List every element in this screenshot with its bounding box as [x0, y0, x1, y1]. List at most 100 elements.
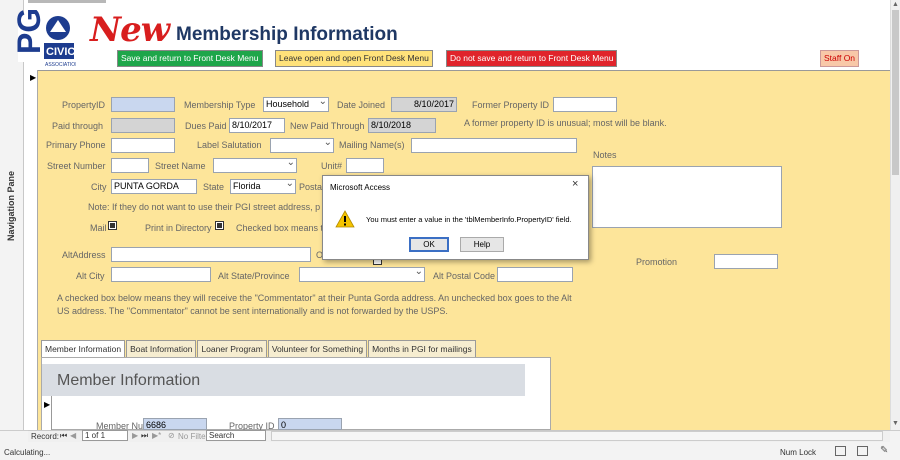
property-id-field[interactable] [111, 97, 175, 112]
record-label: Record: [31, 432, 60, 441]
street-number-field[interactable] [111, 158, 149, 173]
svg-text:CIVIC: CIVIC [46, 46, 75, 58]
date-joined-label: Date Joined [337, 100, 386, 110]
vertical-scrollbar[interactable]: ▲ ▼ [890, 0, 900, 430]
notes-label: Notes [593, 150, 617, 160]
tab-boat-information[interactable]: Boat Information [126, 340, 197, 357]
new-record-icon[interactable]: ▶* [152, 431, 161, 440]
tab-member-information[interactable]: Member Information [41, 340, 126, 357]
city-label: City [91, 182, 107, 192]
alt-address-label: AltAddress [62, 250, 106, 260]
former-property-field[interactable] [553, 97, 617, 112]
paid-through-field[interactable] [111, 118, 175, 133]
svg-text:PGI: PGI [16, 10, 47, 54]
record-selector[interactable] [28, 70, 38, 430]
street-number-label: Street Number [47, 161, 106, 171]
num-lock-indicator: Num Lock [780, 448, 817, 457]
scroll-down-icon[interactable]: ▼ [892, 420, 899, 427]
promotion-label: Promotion [636, 257, 678, 267]
horizontal-scrollbar[interactable] [271, 431, 883, 441]
postal-label: Postal [299, 182, 325, 192]
mail-checkbox[interactable] [108, 221, 117, 230]
street-name-combo[interactable] [213, 158, 297, 173]
dialog-title: Microsoft Access [330, 183, 391, 192]
label-salutation-combo[interactable] [270, 138, 334, 153]
last-record-icon[interactable]: ⏭ [141, 431, 148, 441]
next-record-icon[interactable]: ▶ [132, 431, 138, 440]
datasheet-view-icon[interactable] [857, 446, 868, 456]
form-view-icon[interactable] [835, 446, 846, 456]
subform-title: Member Information [57, 372, 201, 389]
primary-phone-field[interactable] [111, 138, 175, 153]
alt-city-field[interactable] [111, 267, 211, 282]
first-record-icon[interactable]: ⏮ [60, 431, 67, 441]
warning-icon [335, 210, 355, 228]
page-title: Membership Information [176, 24, 398, 45]
record-pointer-icon: ▶ [30, 73, 37, 82]
dialog-ok-button[interactable]: OK [409, 237, 449, 252]
alt-state-label: Alt State/Province [218, 271, 290, 281]
scroll-thumb[interactable] [892, 10, 899, 175]
print-directory-label: Print in Directory [145, 223, 212, 233]
dialog-body: You must enter a value in the 'tblMember… [323, 196, 588, 259]
alt-state-combo[interactable] [299, 267, 425, 282]
state-combo[interactable]: Florida [230, 179, 296, 194]
date-joined-field[interactable]: 8/10/2017 [391, 97, 457, 112]
pgi-logo: PGI CIVIC ASSOCIATION [11, 0, 79, 68]
save-return-button[interactable]: Save and return to Front Desk Menu [117, 50, 263, 67]
leave-open-button[interactable]: Leave open and open Front Desk Menu [275, 50, 433, 67]
unit-label: Unit# [321, 161, 343, 171]
no-filter-indicator[interactable]: No Filter [178, 432, 208, 441]
record-navigation-bar: Record: ⏮ ◀ 1 of 1 ▶ ⏭ ▶* ⊘ No Filter Se… [28, 430, 890, 442]
svg-text:ASSOCIATION: ASSOCIATION [45, 62, 76, 68]
mailing-names-field[interactable] [411, 138, 577, 153]
staff-on-button[interactable]: Staff On [820, 50, 860, 67]
unit-field[interactable] [346, 158, 384, 173]
alt-city-label: Alt City [76, 271, 105, 281]
dialog-close-button[interactable]: × [572, 178, 578, 190]
notes-field[interactable] [592, 166, 782, 228]
tab-loaner-program[interactable]: Loaner Program [197, 340, 267, 357]
dues-paid-field[interactable]: 8/10/2017 [229, 118, 285, 133]
header-divider [28, 0, 106, 3]
new-paid-through-label: New Paid Through [290, 121, 365, 131]
dialog-help-button[interactable]: Help [460, 237, 504, 252]
former-property-note: A former property ID is unusual; most wi… [464, 118, 667, 128]
mailing-names-label: Mailing Name(s) [339, 140, 405, 150]
subform-property-id-field[interactable]: 0 [278, 418, 342, 430]
filter-icon: ⊘ [168, 431, 175, 440]
city-field[interactable]: PUNTA GORDA [111, 179, 197, 194]
subform-record-pointer-icon: ▶ [44, 400, 51, 409]
dues-paid-label: Dues Paid [185, 121, 227, 131]
scroll-up-icon[interactable]: ▲ [892, 1, 899, 8]
no-save-return-button[interactable]: Do not save and return to Front Desk Men… [446, 50, 618, 67]
navigation-pane-label[interactable]: Navigation Pane [6, 156, 18, 256]
design-view-icon[interactable]: ✎ [880, 445, 888, 456]
member-number-field[interactable]: 6686 [143, 418, 207, 430]
alt-postal-field[interactable] [497, 267, 573, 282]
tab-volunteer[interactable]: Volunteer for Something [267, 340, 368, 357]
dialog-message: You must enter a value in the 'tblMember… [366, 215, 572, 224]
membership-type-combo[interactable]: Household [263, 97, 329, 112]
tab-strip: Member Information Boat Information Loan… [41, 340, 477, 357]
membership-type-label: Membership Type [184, 100, 256, 110]
record-position-field[interactable]: 1 of 1 [82, 430, 128, 441]
print-directory-checkbox[interactable] [215, 221, 224, 230]
commentator-note: A checked box below means they will rece… [57, 293, 572, 316]
search-input[interactable]: Search [206, 430, 266, 441]
alt-address-field[interactable] [111, 247, 311, 262]
tab-months-in-pgi[interactable]: Months in PGI for mailings [368, 340, 476, 357]
previous-record-icon[interactable]: ◀ [70, 431, 76, 440]
mail-label: Mail [90, 223, 107, 233]
state-label: State [203, 182, 225, 192]
new-paid-through-field[interactable]: 8/10/2018 [368, 118, 436, 133]
status-text: Calculating... [4, 448, 51, 457]
street-name-label: Street Name [155, 161, 206, 171]
new-record-label: New [90, 10, 170, 50]
promotion-field[interactable] [714, 254, 778, 269]
label-salutation-label: Label Salutation [197, 140, 262, 150]
primary-phone-label: Primary Phone [46, 140, 106, 150]
checked-box-note: Checked box means t [236, 223, 324, 233]
message-dialog: Microsoft Access × You must enter a valu… [322, 175, 589, 260]
alt-postal-label: Alt Postal Code [433, 271, 496, 281]
